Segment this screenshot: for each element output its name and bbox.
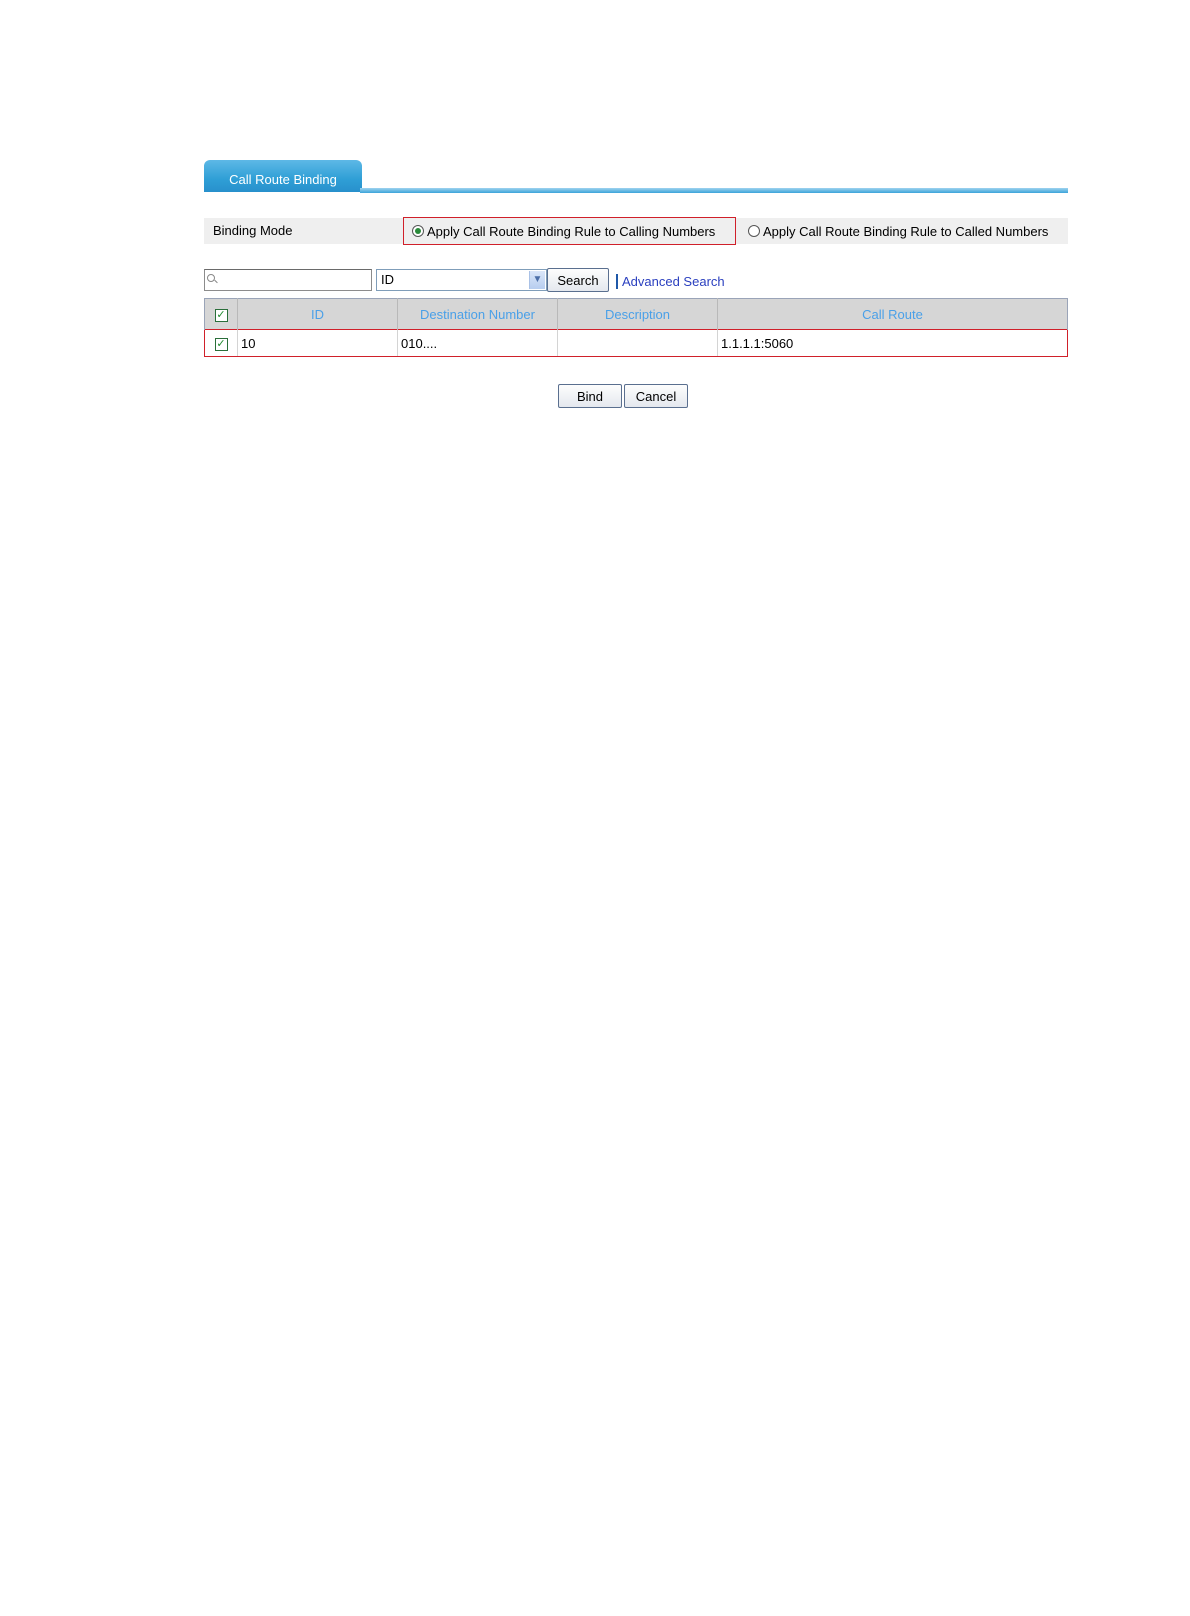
tab-underline: [360, 188, 1068, 193]
header-call-route[interactable]: Call Route: [717, 298, 1068, 330]
header-destination-number[interactable]: Destination Number: [397, 298, 558, 330]
radio-selected-icon[interactable]: [412, 225, 424, 237]
cell-call-route: 1.1.1.1:5060: [717, 329, 1068, 357]
tab-bar: Call Route Binding: [204, 158, 1068, 194]
header-description[interactable]: Description: [557, 298, 718, 330]
call-route-table: ✓ ID Destination Number Description Call…: [204, 298, 1068, 357]
search-field-value: ID: [381, 272, 394, 287]
advanced-search-link[interactable]: Advanced Search: [622, 274, 725, 289]
radio-called-label: Apply Call Route Binding Rule to Called …: [763, 223, 1049, 239]
separator: [616, 274, 618, 289]
search-field-select[interactable]: ID ▼: [376, 269, 547, 291]
cancel-button[interactable]: Cancel: [624, 384, 688, 408]
select-all-cell[interactable]: ✓: [204, 298, 238, 330]
call-route-binding-panel: Call Route Binding Binding Mode Apply Ca…: [204, 158, 1068, 408]
radio-calling-numbers[interactable]: Apply Call Route Binding Rule to Calling…: [403, 217, 736, 245]
row-select-cell[interactable]: ✓: [204, 329, 238, 357]
tab-call-route-binding[interactable]: Call Route Binding: [204, 160, 362, 192]
bind-button[interactable]: Bind: [558, 384, 622, 408]
cell-destination-number: 010....: [397, 329, 558, 357]
select-all-checkbox[interactable]: ✓: [214, 308, 228, 322]
search-button[interactable]: Search: [547, 268, 609, 292]
search-icon: [207, 274, 215, 282]
radio-called-numbers[interactable]: Apply Call Route Binding Rule to Called …: [748, 218, 1048, 244]
search-row: ID ▼ Search Advanced Search: [204, 268, 1068, 292]
check-icon: ✓: [216, 337, 226, 350]
table-row[interactable]: ✓ 10 010.... 1.1.1.1:5060: [204, 329, 1068, 357]
table-header-row: ✓ ID Destination Number Description Call…: [204, 298, 1068, 330]
radio-unselected-icon[interactable]: [748, 225, 760, 237]
cell-id: 10: [237, 329, 398, 357]
binding-mode-label: Binding Mode: [213, 223, 293, 238]
row-checkbox[interactable]: ✓: [214, 337, 228, 351]
search-input[interactable]: [204, 269, 372, 291]
binding-mode-row: Binding Mode Apply Call Route Binding Ru…: [204, 217, 1068, 245]
check-icon: ✓: [216, 308, 226, 321]
header-id[interactable]: ID: [237, 298, 398, 330]
cell-description: [557, 329, 718, 357]
chevron-down-icon[interactable]: ▼: [529, 271, 545, 289]
radio-calling-label: Apply Call Route Binding Rule to Calling…: [427, 223, 716, 239]
